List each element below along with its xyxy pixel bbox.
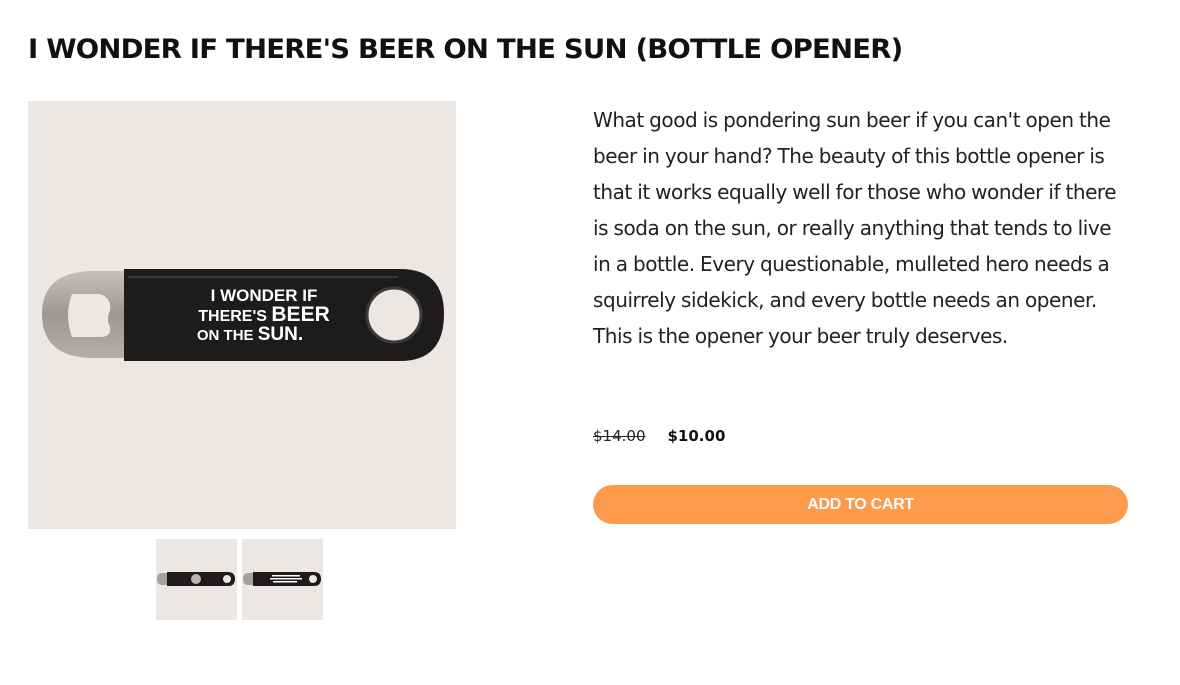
price-block: $14.00 $10.00 bbox=[593, 427, 725, 445]
opener-text-line3: ON THE SUN. bbox=[197, 324, 303, 345]
product-description: What good is pondering sun beer if you c… bbox=[593, 108, 1117, 348]
original-price: $14.00 bbox=[593, 427, 646, 445]
opener-metal-end bbox=[42, 271, 132, 358]
opener-front-thumbnail-icon bbox=[243, 572, 321, 586]
opener-back-thumbnail-icon bbox=[157, 572, 235, 586]
thumbnail-2[interactable] bbox=[242, 539, 323, 620]
product-title: I WONDER IF THERE'S BEER ON THE SUN (BOT… bbox=[28, 34, 903, 65]
add-to-cart-button[interactable]: ADD TO CART bbox=[593, 485, 1128, 524]
bottle-opener-illustration: I WONDER IF THERE'S BEER ON THE SUN. bbox=[42, 269, 444, 361]
thumbnail-1[interactable] bbox=[156, 539, 237, 620]
sale-price: $10.00 bbox=[667, 427, 726, 445]
opener-hole bbox=[365, 286, 423, 344]
product-main-image[interactable]: I WONDER IF THERE'S BEER ON THE SUN. bbox=[28, 101, 456, 529]
thumbnail-strip bbox=[156, 539, 323, 620]
